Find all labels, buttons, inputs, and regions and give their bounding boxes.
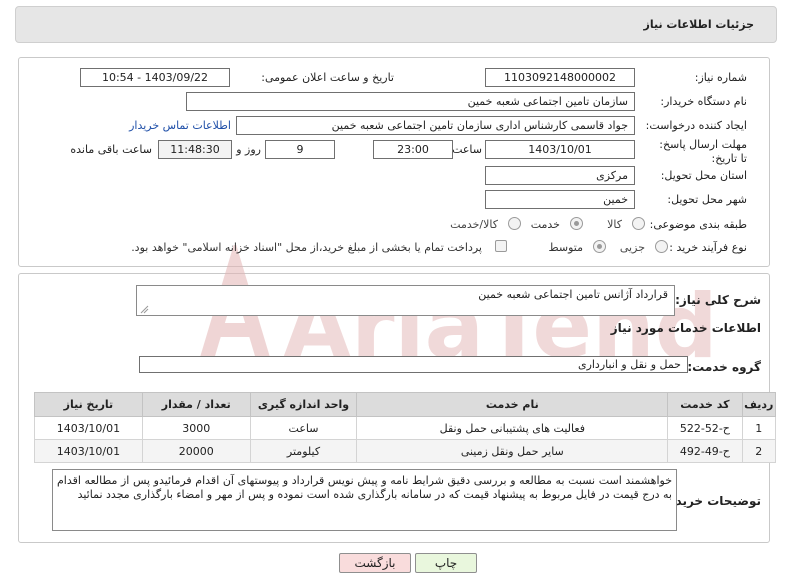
process-label: نوع فرآیند خرید : bbox=[669, 241, 747, 254]
row-index: 1 bbox=[741, 416, 777, 440]
process-medium-label: متوسط bbox=[548, 241, 583, 254]
need-number-field: 1103092148000002 bbox=[485, 68, 635, 87]
column-header-name: نام خدمت bbox=[356, 392, 669, 417]
need-number-label: شماره نیاز: bbox=[694, 71, 747, 84]
deadline-date-field: 1403/10/01 bbox=[485, 140, 635, 159]
row-code: ح-49-492 bbox=[667, 439, 743, 463]
summary-field: قرارداد آژانس تامین اجتماعی شعبه خمین bbox=[136, 285, 675, 316]
buyer-notes-field: خواهشمند است نسبت به مطالعه و بررسی دقیق… bbox=[52, 469, 677, 531]
category-goods-label: کالا bbox=[607, 218, 622, 231]
print-button[interactable]: چاپ bbox=[415, 553, 477, 573]
buyer-contact-link[interactable]: اطلاعات تماس خریدار bbox=[129, 119, 231, 132]
row-index: 2 bbox=[741, 439, 777, 463]
services-table: ردیف کد خدمت نام خدمت واحد اندازه گیری ت… bbox=[34, 392, 777, 463]
deadline-time-label: ساعت bbox=[452, 143, 482, 156]
column-header-date: تاریخ نیاز bbox=[34, 392, 143, 417]
buyer-org-label: نام دستگاه خریدار: bbox=[660, 95, 747, 108]
column-header-index: ردیف bbox=[741, 392, 777, 417]
resize-grip-icon bbox=[140, 305, 149, 314]
category-label: طبقه بندی موضوعی: bbox=[649, 218, 747, 231]
row-name: سایر حمل ونقل زمینی bbox=[356, 439, 669, 463]
days-label: روز و bbox=[236, 143, 261, 156]
column-header-code: کد خدمت bbox=[667, 392, 743, 417]
page-header: جزئیات اطلاعات نیاز bbox=[15, 6, 777, 43]
category-goods-service-label: کالا/خدمت bbox=[450, 218, 498, 231]
page-title: جزئیات اطلاعات نیاز bbox=[643, 18, 755, 31]
category-service-label: خدمت bbox=[530, 218, 560, 231]
city-label: شهر محل تحویل: bbox=[667, 193, 747, 206]
remaining-time-field: 11:48:30 bbox=[158, 140, 232, 159]
process-medium-radio[interactable] bbox=[593, 240, 606, 253]
service-group-label: گروه خدمت: bbox=[687, 360, 761, 374]
service-group-field: حمل و نقل و انبارداری bbox=[139, 356, 688, 373]
row-unit: کیلومتر bbox=[249, 439, 358, 463]
treasury-payment-checkbox[interactable] bbox=[495, 240, 507, 252]
category-goods-radio[interactable] bbox=[632, 217, 645, 230]
services-section-title: اطلاعات خدمات مورد نیاز bbox=[610, 321, 761, 335]
row-date: 1403/10/01 bbox=[34, 416, 143, 440]
back-button[interactable]: بازگشت bbox=[339, 553, 411, 573]
deadline-time-field: 23:00 bbox=[373, 140, 453, 159]
announce-datetime-field: 1403/09/22 - 10:54 bbox=[80, 68, 230, 87]
row-quantity: 20000 bbox=[141, 439, 251, 463]
deadline-label: مهلت ارسال پاسخ: تا تاریخ: bbox=[659, 138, 747, 165]
process-minor-label: جزیی bbox=[619, 241, 645, 254]
remaining-time-label: ساعت باقی مانده bbox=[70, 143, 152, 156]
buyer-org-field: سازمان تامین اجتماعی شعبه خمین bbox=[186, 92, 635, 111]
column-header-unit: واحد اندازه گیری bbox=[249, 392, 358, 417]
row-quantity: 3000 bbox=[141, 416, 251, 440]
days-remaining-field: 9 bbox=[265, 140, 335, 159]
treasury-payment-note: پرداخت تمام یا بخشی از مبلغ خرید،از محل … bbox=[131, 241, 482, 254]
row-name: فعالیت های پشتیبانی حمل ونقل bbox=[356, 416, 669, 440]
table-row: 2 ح-49-492 سایر حمل ونقل زمینی کیلومتر 2… bbox=[34, 439, 777, 463]
summary-label: شرح کلی نیاز: bbox=[675, 293, 761, 307]
announce-datetime-label: تاریخ و ساعت اعلان عمومی: bbox=[261, 71, 394, 84]
creator-field: جواد قاسمی کارشناس اداری سازمان تامین اج… bbox=[236, 116, 635, 135]
table-row: 1 ح-52-522 فعالیت های پشتیبانی حمل ونقل … bbox=[34, 416, 777, 440]
province-field: مرکزی bbox=[485, 166, 635, 185]
creator-label: ایجاد کننده درخواست: bbox=[645, 119, 747, 132]
row-unit: ساعت bbox=[249, 416, 358, 440]
process-minor-radio[interactable] bbox=[655, 240, 668, 253]
services-table-header: ردیف کد خدمت نام خدمت واحد اندازه گیری ت… bbox=[34, 392, 777, 417]
city-field: خمین bbox=[485, 190, 635, 209]
row-code: ح-52-522 bbox=[667, 416, 743, 440]
category-service-radio[interactable] bbox=[570, 217, 583, 230]
column-header-quantity: تعداد / مقدار bbox=[141, 392, 251, 417]
row-date: 1403/10/01 bbox=[34, 439, 143, 463]
province-label: استان محل تحویل: bbox=[660, 169, 747, 182]
category-goods-service-radio[interactable] bbox=[508, 217, 521, 230]
